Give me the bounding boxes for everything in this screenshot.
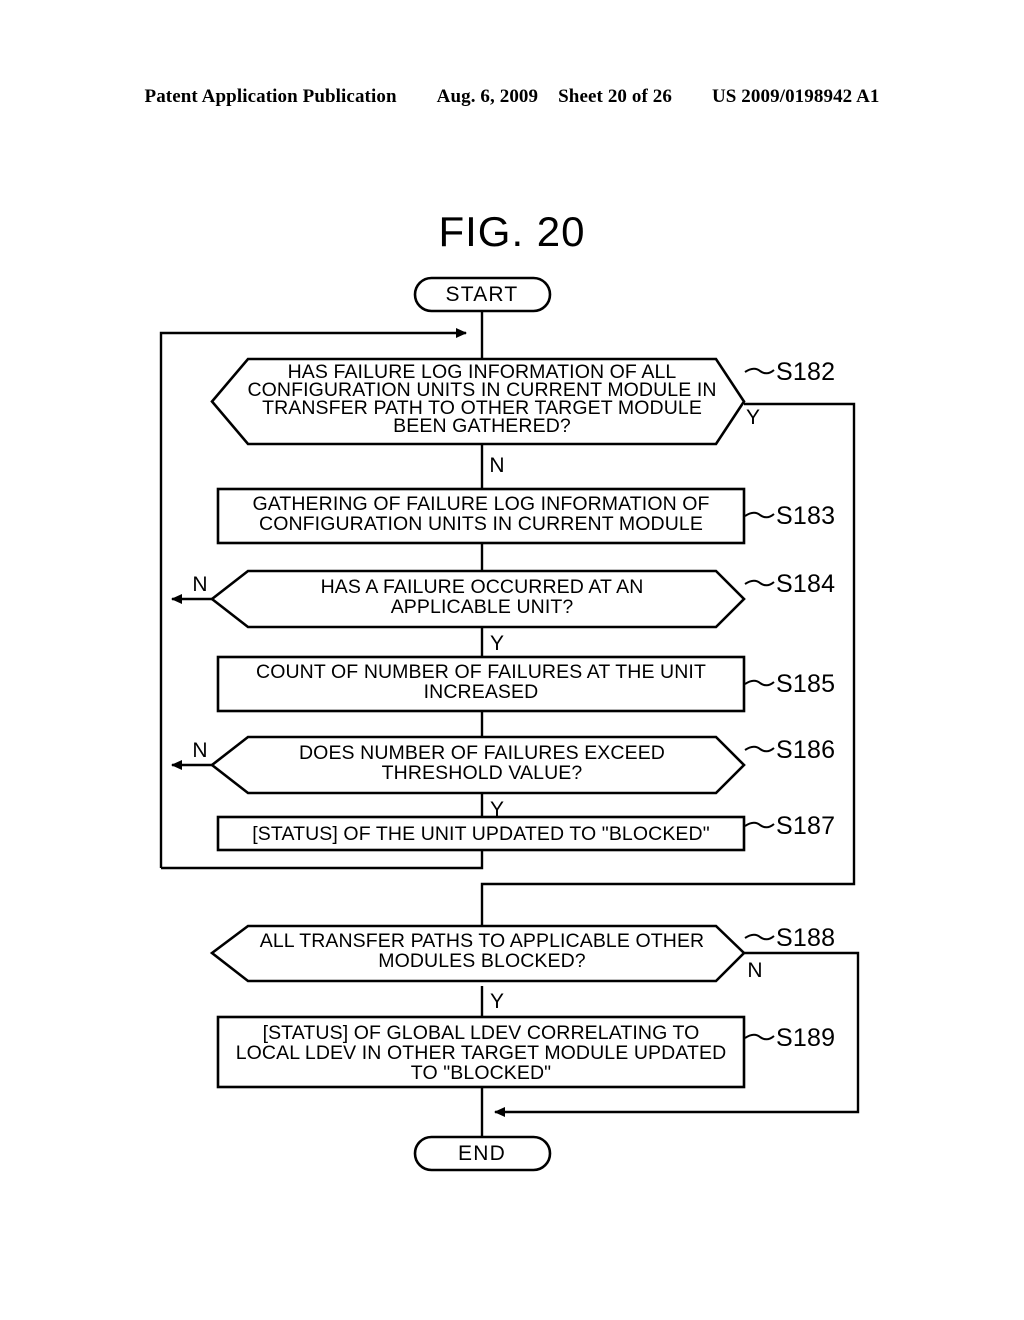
s182-yes-branch: Y	[746, 406, 760, 429]
s189-line-2: LOCAL LDEV IN OTHER TARGET MODULE UPDATE…	[236, 1042, 727, 1064]
s189-line-3: TO "BLOCKED"	[411, 1062, 551, 1084]
s189-line-1: [STATUS] OF GLOBAL LDEV CORRELATING TO	[263, 1022, 700, 1044]
start-label: START	[446, 283, 519, 306]
s186-line-1: DOES NUMBER OF FAILURES EXCEED	[299, 742, 665, 764]
s185-line-1: COUNT OF NUMBER OF FAILURES AT THE UNIT	[256, 661, 706, 683]
s184-no-branch: N	[192, 573, 207, 596]
s188-yes-branch: Y	[490, 990, 504, 1013]
s182-leader	[744, 367, 775, 375]
s185-leader	[744, 679, 775, 687]
s186-no-branch: N	[192, 739, 207, 762]
s186-step-label: S186	[776, 736, 835, 764]
s188-no-branch: N	[747, 959, 762, 982]
s189-leader	[744, 1033, 775, 1041]
connector-s187-to-loopback	[161, 850, 484, 870]
s186-line-2: THRESHOLD VALUE?	[382, 762, 583, 784]
s188-line-2: MODULES BLOCKED?	[378, 950, 586, 972]
s187-line-1: [STATUS] OF THE UNIT UPDATED TO "BLOCKED…	[252, 823, 709, 845]
s184-step-label: S184	[776, 570, 835, 598]
s186-leader	[744, 745, 775, 753]
s189-step-label: S189	[776, 1024, 835, 1052]
s184-line-1: HAS A FAILURE OCCURRED AT AN	[321, 576, 644, 598]
s182-line-4: BEEN GATHERED?	[393, 415, 571, 437]
s187-step-label: S187	[776, 812, 835, 840]
s184-leader	[744, 579, 775, 587]
s183-step-label: S183	[776, 502, 835, 530]
s183-line-1: GATHERING OF FAILURE LOG INFORMATION OF	[252, 493, 709, 515]
s187-leader	[744, 821, 775, 829]
s184-line-2: APPLICABLE UNIT?	[391, 596, 574, 618]
s183-leader	[744, 511, 775, 519]
s185-line-2: INCREASED	[424, 681, 539, 703]
s183-line-2: CONFIGURATION UNITS IN CURRENT MODULE	[259, 513, 703, 535]
s188-leader	[744, 933, 775, 941]
s184-yes-branch: Y	[490, 632, 504, 655]
s188-line-1: ALL TRANSFER PATHS TO APPLICABLE OTHER	[260, 930, 705, 952]
s188-step-label: S188	[776, 924, 835, 952]
s185-step-label: S185	[776, 670, 835, 698]
s182-step-label: S182	[776, 358, 835, 386]
s182-no-branch: N	[489, 454, 504, 477]
end-label: END	[458, 1142, 506, 1165]
patent-drawing-page: Patent Application Publication Aug. 6, 2…	[0, 0, 1024, 1320]
flowchart-diagram: START END HAS FAILURE LOG INFORMATION OF…	[159, 276, 860, 1172]
